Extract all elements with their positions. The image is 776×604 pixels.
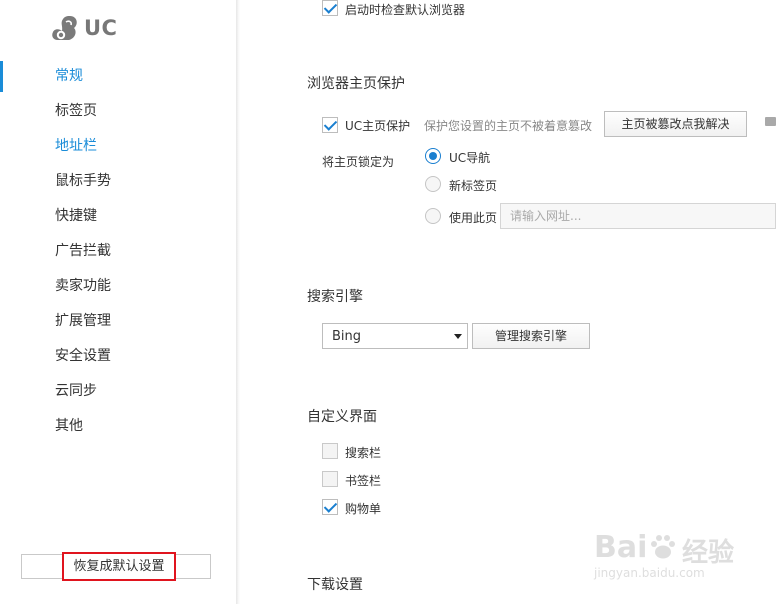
chat-bubble-icon[interactable]: [765, 117, 776, 126]
watermark-brand: Bai: [594, 530, 648, 565]
sidebar-item-general[interactable]: 常规: [0, 59, 236, 94]
radio-uc-nav[interactable]: [425, 148, 441, 164]
uc-logo: UC: [50, 12, 117, 44]
check-default-browser-label: 启动时检查默认浏览器: [345, 3, 466, 17]
radio-use-this-page[interactable]: [425, 208, 441, 224]
radio-new-tab-label: 新标签页: [449, 179, 498, 193]
manage-search-engines-button[interactable]: 管理搜索引擎: [472, 323, 590, 349]
search-engine-title: 搜索引擎: [307, 289, 363, 305]
custom-ui-title: 自定义界面: [307, 409, 377, 425]
radio-use-this-page-label: 使用此页: [449, 211, 498, 225]
fix-homepage-button[interactable]: 主页被篡改点我解决: [604, 111, 747, 137]
uc-homepage-protect-checkbox[interactable]: [322, 117, 338, 133]
settings-sidebar: UC 常规 标签页 地址栏 鼠标手势 快捷键 广告拦截 卖家功能 扩展管理 安全…: [0, 0, 236, 604]
sidebar-item-shortcuts[interactable]: 快捷键: [0, 199, 236, 234]
baidu-jingyan-watermark: Bai 经验 jingyan.baidu.com: [590, 522, 770, 602]
search-bar-checkbox[interactable]: [322, 443, 338, 459]
check-default-browser-checkbox[interactable]: [322, 0, 338, 16]
download-settings-title: 下载设置: [307, 577, 363, 593]
logo-text: UC: [84, 16, 118, 40]
sidebar-item-cloud-sync[interactable]: 云同步: [0, 374, 236, 409]
radio-new-tab[interactable]: [425, 176, 441, 192]
settings-main: 启动时检查默认浏览器 浏览器主页保护 UC主页保护 保护您设置的主页不被着意篡改…: [240, 0, 776, 604]
sidebar-item-seller-features[interactable]: 卖家功能: [0, 269, 236, 304]
sidebar-item-extensions[interactable]: 扩展管理: [0, 304, 236, 339]
chevron-down-icon: [454, 334, 462, 339]
sidebar-item-tabs[interactable]: 标签页: [0, 94, 236, 129]
sidebar-item-security[interactable]: 安全设置: [0, 339, 236, 374]
search-engine-value: Bing: [332, 329, 362, 344]
radio-uc-nav-label: UC导航: [449, 151, 491, 165]
lock-homepage-label: 将主页锁定为: [322, 155, 395, 169]
sidebar-item-address-bar[interactable]: 地址栏: [0, 129, 236, 164]
bookmarks-bar-checkbox[interactable]: [322, 471, 338, 487]
sidebar-item-ad-block[interactable]: 广告拦截: [0, 234, 236, 269]
paw-icon: [651, 535, 675, 559]
shopping-list-checkbox[interactable]: [322, 499, 338, 515]
watermark-url: jingyan.baidu.com: [594, 566, 705, 580]
shopping-list-label: 购物单: [345, 502, 382, 516]
search-bar-label: 搜索栏: [345, 446, 382, 460]
homepage-protect-hint: 保护您设置的主页不被着意篡改: [424, 119, 593, 133]
sidebar-item-other[interactable]: 其他: [0, 409, 236, 444]
uc-squirrel-icon: [52, 16, 77, 40]
watermark-brand-2: 经验: [682, 538, 735, 568]
search-engine-select[interactable]: Bing: [322, 323, 468, 349]
homepage-protect-title: 浏览器主页保护: [307, 76, 405, 92]
sidebar-item-mouse-gestures[interactable]: 鼠标手势: [0, 164, 236, 199]
homepage-url-input[interactable]: 请输入网址...: [500, 203, 776, 229]
uc-homepage-protect-label: UC主页保护: [345, 119, 411, 133]
reset-defaults-button[interactable]: 恢复成默认设置: [62, 552, 176, 581]
settings-nav: 常规 标签页 地址栏 鼠标手势 快捷键 广告拦截 卖家功能 扩展管理 安全设置 …: [0, 59, 236, 444]
bookmarks-bar-label: 书签栏: [345, 474, 382, 488]
